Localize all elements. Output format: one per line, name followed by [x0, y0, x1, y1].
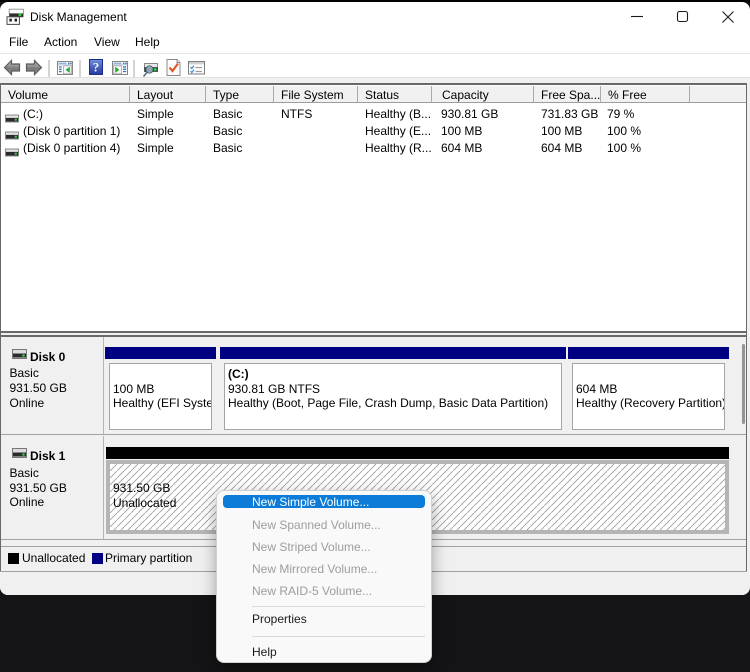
svg-text:?: ? [93, 60, 100, 75]
